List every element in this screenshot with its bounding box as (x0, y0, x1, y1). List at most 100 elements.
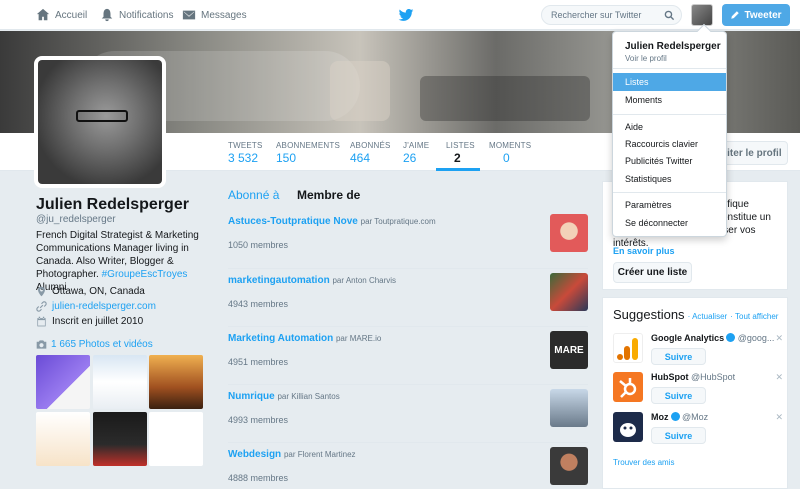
menu-item-help[interactable]: Aide (613, 118, 726, 136)
stat-label: J'AIME (403, 141, 430, 150)
dismiss-icon[interactable]: ✕ (775, 412, 783, 423)
list-thumbnail (550, 389, 588, 427)
list-members: 4888 membres (228, 473, 289, 483)
stat-label: LISTES (446, 141, 475, 150)
tab-member-of[interactable]: Membre de (297, 188, 360, 202)
menu-item-settings[interactable]: Paramètres (613, 196, 726, 214)
home-icon (36, 8, 50, 21)
dropdown-divider (613, 192, 726, 193)
active-tab-indicator (436, 168, 480, 171)
media-thumbnail[interactable] (36, 355, 90, 409)
stat-value: 150 (276, 151, 297, 165)
nav-notifications-label: Notifications (119, 9, 174, 21)
list-name[interactable]: Numrique (228, 391, 275, 402)
search-input[interactable]: Rechercher sur Twitter (541, 5, 682, 25)
list-thumbnail: MARE (550, 331, 588, 369)
menu-item-moments[interactable]: Moments (613, 91, 726, 109)
create-list-button[interactable]: Créer une liste (613, 262, 692, 283)
profile-name[interactable]: Julien Redelsperger (36, 196, 189, 214)
menu-item-logout[interactable]: Se déconnecter (613, 214, 726, 232)
list-owner: par Florent Martinez (283, 450, 356, 459)
dismiss-icon[interactable]: ✕ (775, 333, 783, 344)
bio-hashtag[interactable]: #GroupeEscTroyes (102, 269, 188, 280)
dropdown-user-name[interactable]: Julien Redelsperger (625, 41, 721, 52)
suggestion-name[interactable]: Moz @Moz (651, 412, 708, 422)
media-thumbnail[interactable] (93, 412, 147, 466)
photos-videos-link[interactable]: 1 665 Photos et vidéos (36, 339, 153, 350)
profile-avatar[interactable] (34, 56, 166, 188)
media-thumbnail[interactable] (149, 412, 203, 466)
media-thumbnail[interactable] (36, 412, 90, 466)
list-name[interactable]: Astuces-Toutpratique Nove (228, 216, 358, 227)
dropdown-view-profile[interactable]: Voir le profil (625, 54, 667, 63)
moz-logo[interactable] (613, 412, 643, 442)
refresh-link[interactable]: · Actualiser (688, 312, 728, 321)
stat-label: ABONNEMENTS (276, 141, 340, 150)
suggestion-name[interactable]: HubSpot @HubSpot (651, 372, 735, 382)
profile-website: julien-redelsperger.com (36, 301, 156, 312)
stat-followers[interactable]: ABONNÉS 464 (350, 141, 391, 165)
nav-notifications[interactable]: Notifications (100, 0, 173, 30)
suggestions-title: Suggestions (613, 307, 685, 322)
menu-item-analytics[interactable]: Statistiques (613, 170, 726, 188)
tweet-button[interactable]: Tweeter (722, 4, 790, 26)
stat-value: 26 (403, 151, 417, 165)
tab-subscribed[interactable]: Abonné à (228, 188, 279, 202)
profile-bio: French Digital Strategist & Marketing Co… (36, 229, 206, 294)
joined-text: Inscrit en juillet 2010 (52, 316, 144, 327)
search-icon[interactable] (664, 10, 675, 21)
media-thumbnail[interactable] (149, 355, 203, 409)
media-thumbnail[interactable] (93, 355, 147, 409)
list-name[interactable]: Webdesign (228, 449, 281, 460)
stat-moments[interactable]: MOMENTS 0 (489, 141, 531, 165)
menu-item-keyboard-shortcuts[interactable]: Raccourcis clavier (613, 135, 726, 153)
list-name[interactable]: marketingautomation (228, 275, 330, 286)
menu-item-twitter-ads[interactable]: Publicités Twitter (613, 152, 726, 170)
stat-tweets[interactable]: TWEETS 3 532 (228, 141, 263, 165)
list-thumbnail (550, 273, 588, 311)
dropdown-divider (613, 68, 726, 69)
list-item[interactable]: Numrique par Killian Santos 4993 membres (228, 384, 588, 442)
list-item[interactable]: Webdesign par Florent Martinez 4888 memb… (228, 442, 588, 489)
profile-handle: @ju_redelsperger (36, 214, 116, 225)
envelope-icon (182, 10, 196, 20)
follow-label: Suivre (664, 351, 693, 362)
hubspot-logo[interactable] (613, 372, 643, 402)
twitter-bird-icon[interactable] (398, 7, 414, 23)
nav-home[interactable]: Accueil (36, 0, 87, 30)
list-item[interactable]: Astuces-Toutpratique Nove par Toutpratiq… (228, 210, 588, 268)
stat-following[interactable]: ABONNEMENTS 150 (276, 141, 340, 165)
nav-messages[interactable]: Messages (182, 0, 247, 30)
list-owner: par Killian Santos (277, 392, 340, 401)
suggestion-name[interactable]: Google Analytics @goog... (651, 333, 774, 343)
show-all-link[interactable]: · Tout afficher (730, 312, 778, 321)
menu-item-lists[interactable]: Listes (613, 73, 726, 91)
stat-value: 3 532 (228, 151, 259, 165)
follow-button[interactable]: Suivre (651, 427, 706, 444)
list-thumbnail (550, 447, 588, 485)
list-name[interactable]: Marketing Automation (228, 333, 333, 344)
dismiss-icon[interactable]: ✕ (775, 372, 783, 383)
follow-button[interactable]: Suivre (651, 387, 706, 404)
stat-lists[interactable]: LISTES 2 (446, 141, 475, 165)
follow-label: Suivre (664, 430, 693, 441)
dropdown-divider (613, 114, 726, 115)
bio-line: French Digital Strategist & Marketing (36, 230, 199, 241)
learn-more-link[interactable]: En savoir plus (613, 246, 675, 256)
stat-value: 2 (454, 151, 461, 165)
list-item[interactable]: marketingautomation par Anton Charvis 49… (228, 268, 588, 326)
calendar-icon (37, 316, 46, 327)
find-friends-link[interactable]: Trouver des amis (613, 458, 675, 467)
list-item[interactable]: Marketing Automation par MARE.io 4951 me… (228, 326, 588, 384)
follow-button[interactable]: Suivre (651, 348, 706, 365)
website-link[interactable]: julien-redelsperger.com (52, 301, 156, 312)
profile-location: Ottawa, ON, Canada (36, 286, 145, 297)
nav-avatar[interactable] (691, 4, 713, 26)
stat-value: 464 (350, 151, 371, 165)
camera-icon (36, 340, 47, 349)
compose-icon (731, 11, 740, 19)
list-members: 4993 membres (228, 415, 289, 425)
stat-likes[interactable]: J'AIME 26 (403, 141, 429, 165)
google-analytics-logo[interactable] (613, 333, 643, 363)
stat-label: MOMENTS (489, 141, 532, 150)
